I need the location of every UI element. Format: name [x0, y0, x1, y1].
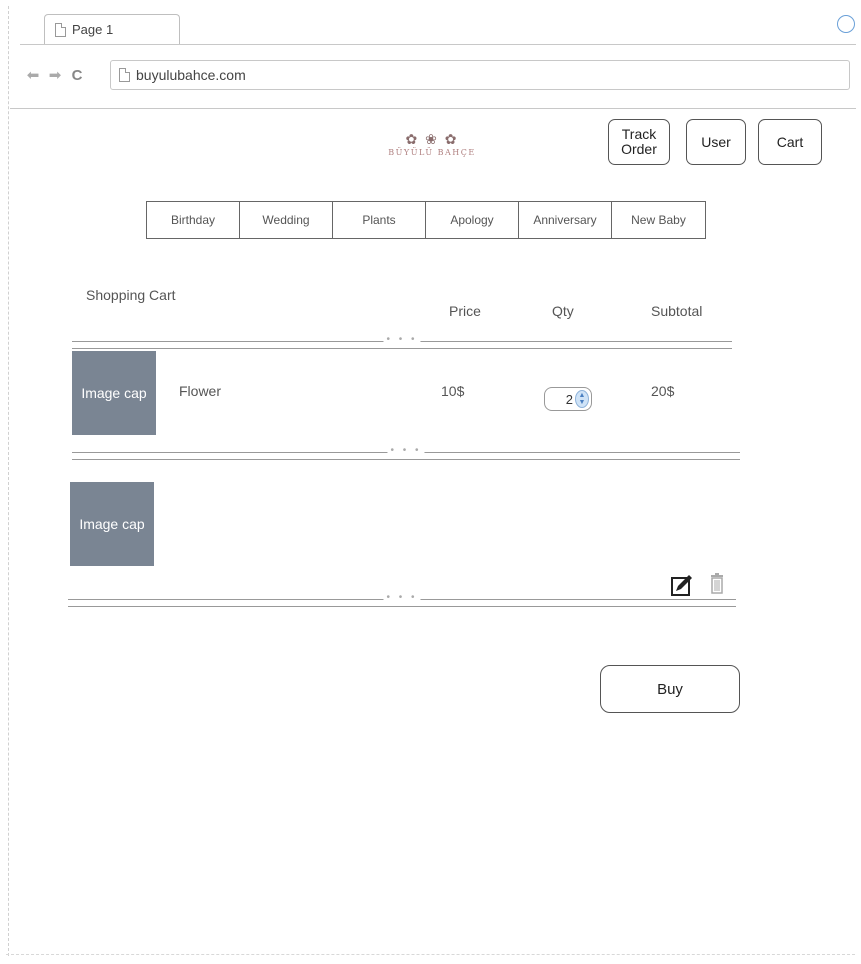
separator-dots: • • •	[383, 592, 421, 603]
logo-flowers-icon: ✿ ❀ ✿	[405, 131, 459, 147]
category-nav: Birthday Wedding Plants Apology Annivers…	[146, 201, 706, 239]
url-text: buyulubahce.com	[136, 67, 246, 83]
category-plants[interactable]: Plants	[333, 202, 426, 238]
category-anniversary[interactable]: Anniversary	[519, 202, 612, 238]
forward-arrow-icon[interactable]: ➡	[46, 66, 64, 84]
row-separator: • • •	[72, 445, 740, 460]
separator-dots: • • •	[383, 334, 421, 345]
edit-icon[interactable]	[670, 573, 694, 597]
window-circle-icon[interactable]	[837, 15, 855, 33]
row-separator: • • •	[68, 592, 736, 607]
page-icon	[119, 68, 130, 82]
column-qty: Qty	[552, 303, 574, 319]
product-subtotal: 20$	[651, 383, 675, 399]
cart-button[interactable]: Cart	[758, 119, 822, 165]
category-birthday[interactable]: Birthday	[147, 202, 240, 238]
cart-title: Shopping Cart	[86, 287, 176, 303]
category-apology[interactable]: Apology	[426, 202, 519, 238]
back-arrow-icon[interactable]: ⬅	[24, 66, 42, 84]
category-wedding[interactable]: Wedding	[240, 202, 333, 238]
product-price: 10$	[441, 383, 465, 399]
trash-icon[interactable]	[710, 572, 724, 594]
column-price: Price	[449, 303, 481, 319]
user-button-label: User	[701, 133, 731, 150]
address-bar[interactable]: buyulubahce.com	[110, 60, 850, 90]
browser-chrome-divider	[10, 108, 856, 109]
page-bottom-border	[6, 954, 855, 960]
row-separator: • • •	[72, 334, 732, 349]
product-name: Flower	[179, 383, 222, 399]
buy-button-label: Buy	[657, 680, 683, 698]
product-image: Image cap	[70, 482, 154, 566]
reload-icon[interactable]: C	[68, 67, 86, 84]
quantity-stepper[interactable]: 2 ▲ ▼	[544, 387, 592, 411]
track-order-button[interactable]: Track Order	[608, 119, 670, 165]
product-image: Image cap	[72, 351, 156, 435]
site-logo[interactable]: ✿ ❀ ✿ BÜYÜLÜ BAHÇE	[372, 130, 492, 172]
logo-text: BÜYÜLÜ BAHÇE	[388, 148, 476, 157]
page-icon	[55, 22, 66, 37]
track-order-label-2: Order	[621, 141, 657, 157]
cart-button-label: Cart	[776, 133, 804, 150]
quantity-value: 2	[565, 391, 573, 407]
separator-dots: • • •	[387, 445, 425, 456]
category-new-baby[interactable]: New Baby	[612, 202, 705, 238]
user-button[interactable]: User	[686, 119, 746, 165]
tab-divider	[20, 44, 856, 45]
stepper-arrows-icon[interactable]: ▲ ▼	[575, 390, 589, 408]
tab-title: Page 1	[72, 22, 114, 37]
browser-tab[interactable]: Page 1	[44, 14, 180, 44]
buy-button[interactable]: Buy	[600, 665, 740, 713]
track-order-label-1: Track	[621, 126, 657, 142]
column-subtotal: Subtotal	[651, 303, 703, 319]
